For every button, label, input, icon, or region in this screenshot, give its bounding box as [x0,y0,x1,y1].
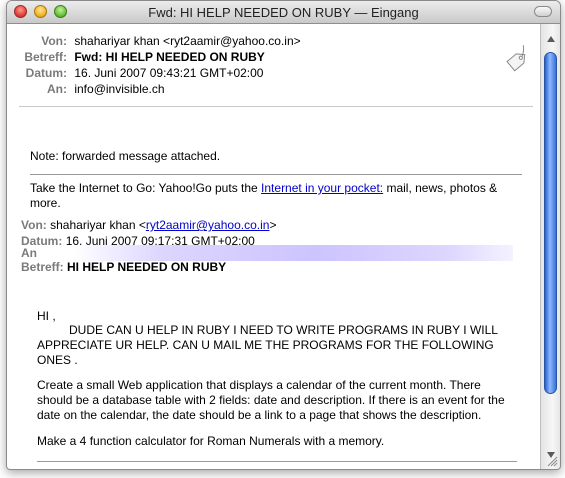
message-line-2: APPRECIATE UR HELP. CAN U MAIL ME THE PR… [37,338,494,352]
toolbar-toggle-button[interactable] [534,6,552,17]
minimize-button[interactable] [34,5,47,18]
mail-window: Fwd: HI HELP NEEDED ON RUBY — Eingang Vo… [6,0,561,470]
fwd-subject-label: Betreff: [21,260,64,274]
fwd-from-email-link[interactable]: ryt2aamir@yahoo.co.in [146,218,270,232]
fwd-to-label: An [21,246,37,260]
footer-divider [37,461,517,462]
redacted-recipient-bar [73,245,513,261]
fwd-subject-value: HI HELP NEEDED ON RUBY [67,260,227,274]
scroll-up-arrow-icon[interactable] [547,36,555,42]
close-button[interactable] [14,5,27,18]
yahoo-ad-line2: more. [30,196,61,210]
yahoo-ad-prefix: Take the Internet to Go: Yahoo!Go puts t… [30,181,262,195]
fwd-from-label: Von: [21,218,47,232]
header-to-label: An: [47,82,67,96]
header-to-value[interactable]: info@invisible.ch [74,82,164,96]
task-1-line-3: date on the calendar, the date should be… [37,408,482,422]
fwd-from-close: > [269,218,277,232]
tag-icon [506,45,526,72]
forward-note: Note: forwarded message attached. [30,149,221,163]
header-to-row: An: info@invisible.ch [7,82,165,96]
header-date-value: 16. Juni 2007 09:43:21 GMT+02:00 [74,66,264,80]
header-divider [19,106,533,107]
message-greeting: HI , [37,309,56,323]
header-from-value[interactable]: shahariyar khan <ryt2aamir@yahoo.co.in> [74,34,300,48]
yahoo-ad-suffix: mail, news, photos & [383,181,498,195]
header-from-row: Von: shahariyar khan <ryt2aamir@yahoo.co… [7,34,300,48]
message-view: Von: shahariyar khan <ryt2aamir@yahoo.co… [7,24,539,469]
header-date-row: Datum: 16. Juni 2007 09:43:21 GMT+02:00 [7,66,264,80]
message-line-1: DUDE CAN U HELP IN RUBY I NEED TO WRITE … [69,323,498,337]
zoom-button[interactable] [54,5,67,18]
internet-pocket-link[interactable]: Internet in your pocket: [261,181,383,195]
header-subject-row: Betreff: Fwd: HI HELP NEEDED ON RUBY [7,50,265,64]
task-2-line: Make a 4 function calculator for Roman N… [37,434,385,448]
title-bar[interactable]: Fwd: HI HELP NEEDED ON RUBY — Eingang [7,1,560,24]
message-line-3: ONES . [37,353,78,367]
scroll-thumb[interactable] [544,52,557,394]
task-1-line-2: should be a database table with 2 fields… [37,393,505,407]
window-title: Fwd: HI HELP NEEDED ON RUBY — Eingang [148,5,419,20]
header-subject-label: Betreff: [24,50,67,64]
yahoo-ad-line: Take the Internet to Go: Yahoo!Go puts t… [30,181,497,196]
header-date-label: Datum: [25,66,67,80]
fwd-to-row: An [21,246,37,260]
resize-grip-icon[interactable] [546,455,558,467]
header-from-label: Von: [41,34,67,48]
fwd-from-row: Von: shahariyar khan <ryt2aamir@yahoo.co… [21,218,276,232]
vertical-scrollbar[interactable] [540,24,560,469]
fwd-subject-row: Betreff: HI HELP NEEDED ON RUBY [21,260,226,274]
header-subject-value: Fwd: HI HELP NEEDED ON RUBY [74,50,265,64]
fwd-from-name: shahariyar khan < [50,218,146,232]
ad-divider [30,174,522,175]
task-1-line-1: Create a small Web application that disp… [37,378,481,392]
